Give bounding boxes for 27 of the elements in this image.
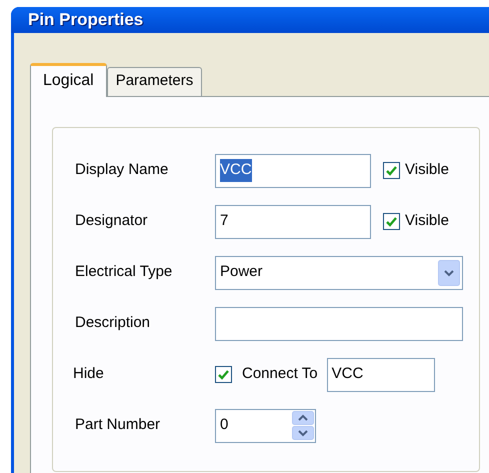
checkbox[interactable] [383,213,400,230]
chevron-down-icon [438,260,460,286]
tab[interactable]: Parameters [106,66,202,96]
checkbox-label: Connect To [242,364,318,384]
checkmark-icon [386,216,397,226]
dropdown[interactable]: Power [215,256,463,290]
field-label: Part Number [75,415,162,436]
checkbox[interactable] [215,366,232,383]
window-title: Pin Properties [28,9,144,31]
field-label: Electrical Type [75,262,174,282]
field-label: Description [75,313,152,334]
field-label: Designator [75,211,149,232]
checkbox[interactable] [383,162,400,179]
spin-field[interactable]: 0 [215,408,316,442]
text-field[interactable]: VCC [215,154,371,188]
field-label: Hide [73,364,105,384]
checkmark-icon [386,166,397,176]
checkmark-icon [218,370,229,380]
spin-down-icon[interactable] [292,426,314,440]
text-field[interactable]: VCC [326,358,435,392]
checkbox-label: Visible [405,160,449,180]
tab[interactable]: Logical [30,62,107,96]
field-label: Display Name [75,160,170,180]
text-field[interactable] [215,306,463,340]
text-field[interactable]: 7 [215,204,371,238]
spin-up-icon[interactable] [292,411,314,425]
checkbox-label: Visible [405,211,449,232]
